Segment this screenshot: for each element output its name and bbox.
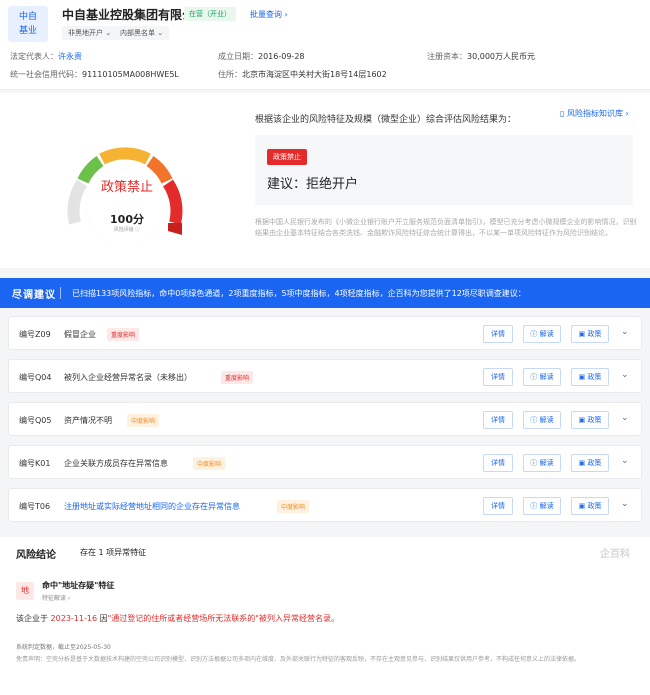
severity-badge: 中度影响 (127, 414, 160, 427)
legal-rep-label: 法定代表人： (10, 52, 58, 61)
feature-interpret-link[interactable]: 特征解读 › (42, 593, 70, 602)
interpret-button[interactable]: ⓘ 解读 (523, 411, 561, 429)
detail-button[interactable]: 详情 (483, 368, 513, 386)
severity-badge: 中度影响 (277, 500, 310, 513)
brand-watermark: 企百科 (600, 549, 630, 560)
risk-conclusion: 风险结论 存在 1 项异常特征 企百科 地 命中"地址存疑"特征 特征解读 › … (0, 537, 650, 695)
list-item: 编号K01 企业关联方成员存在异常信息 中度影响 详情 ⓘ 解读 ▣ 政策 ⌄ (8, 445, 642, 479)
founded-label: 成立日期： (218, 52, 258, 61)
advice-text: 建议：拒绝开户 (267, 177, 359, 192)
non-blacklist-tag[interactable]: 非黑地开户 ⌄ (62, 26, 118, 40)
risk-score: 100分 (110, 213, 144, 226)
address-value: 北京市海淀区中关村大街18号14层1602 (242, 70, 387, 79)
conclusion-heading: 风险结论 (16, 550, 56, 561)
disclaimer-text: 免责声明：空壳分析是基于大数据技术构建的空壳公司识别模型，识别方法根据公司多项内… (16, 656, 581, 663)
item-code: 编号Q04 (19, 373, 52, 382)
risk-basis-text: 根据中国人民银行发布的《小微企业银行账户开立服务规范负面清单指引》，模型已充分考… (255, 218, 637, 237)
policy-button[interactable]: ▣ 政策 (571, 411, 609, 429)
due-diligence-summary: 已扫描133项风险指标，命中0项绿色通道，2项重度指标，5项中度指标，4项轻度指… (72, 289, 526, 298)
policy-button[interactable]: ▣ 政策 (571, 497, 609, 515)
interpret-button[interactable]: ⓘ 解读 (523, 325, 561, 343)
detail-button[interactable]: 详情 (483, 325, 513, 343)
gauge-needle-tip (168, 223, 182, 235)
gauge-label: 政策禁止 (100, 180, 153, 195)
bar-divider (60, 287, 61, 299)
conclusion-reason: "通过登记的住所或者经营场所无法联系的"被列入异常经营名录。 (107, 614, 339, 623)
credit-code-info: 统一社会信用代码：91110105MA008HWE5L (10, 69, 179, 80)
founded-info: 成立日期：2016-09-28 (218, 51, 305, 62)
interpret-button[interactable]: ⓘ 解读 (523, 454, 561, 472)
conclusion-date: 2023-11-16 (50, 614, 98, 623)
company-card: 中自 基业 中自基业控股集团有限公司 在营（开业） 批量查询 › 非黑地开户 ⌄… (0, 0, 650, 90)
legal-rep-link[interactable]: 许永贵 (58, 52, 82, 61)
knowledge-base-link[interactable]: ▯ 风险指标知识库 › (560, 108, 629, 119)
logo-line2: 基业 (18, 26, 37, 36)
detail-button[interactable]: 详情 (483, 497, 513, 515)
item-title[interactable]: 注册地址或实际经营地址相同的企业存在异常信息 (64, 501, 240, 512)
address-info: 住所：北京市海淀区中关村大街18号14层1602 (218, 69, 387, 80)
system-date-note: 系统判定数据，截止至2025-05-30 (16, 644, 111, 651)
advice-box: 政策禁止 建议：拒绝开户 (255, 135, 633, 205)
conclusion-mid: 因 (99, 614, 108, 623)
capital-label: 注册资本： (427, 52, 467, 61)
capital-value: 30,000万人民币元 (467, 52, 535, 61)
risk-rating-label[interactable]: 风险评级 ⓘ (97, 226, 157, 233)
chevron-down-icon[interactable]: ⌄ (621, 456, 629, 466)
severity-badge: 中度影响 (193, 457, 226, 470)
item-code: 编号Z09 (19, 330, 51, 339)
item-title: 被列入企业经营异常名录（未移出） (64, 373, 192, 382)
status-badge: 在营（开业） (184, 7, 236, 21)
due-diligence-bar: 尽调建议 已扫描133项风险指标，命中0项绿色通道，2项重度指标，5项中度指标，… (0, 278, 650, 308)
capital-info: 注册资本：30,000万人民币元 (427, 51, 535, 62)
page: 中自 基业 中自基业控股集团有限公司 在营（开业） 批量查询 › 非黑地开户 ⌄… (0, 0, 650, 695)
risk-description: 根据该企业的风险特征及规模（微型企业）综合评估风险结果为： (255, 115, 517, 125)
severity-badge: 重度影响 (107, 328, 140, 341)
item-title: 企业关联方成员存在异常信息 (64, 459, 168, 468)
interpret-button[interactable]: ⓘ 解读 (523, 497, 561, 515)
interpret-button[interactable]: ⓘ 解读 (523, 368, 561, 386)
list-item: 编号T06 注册地址或实际经营地址相同的企业存在异常信息 中度影响 详情 ⓘ 解… (8, 488, 642, 522)
list-item: 编号Q04 被列入企业经营异常名录（未移出） 重度影响 详情 ⓘ 解读 ▣ 政策… (8, 359, 642, 393)
policy-button[interactable]: ▣ 政策 (571, 454, 609, 472)
logo-line1: 中自 (18, 12, 37, 22)
detail-button[interactable]: 详情 (483, 411, 513, 429)
conclusion-subheading: 存在 1 项异常特征 (80, 548, 147, 557)
chevron-down-icon[interactable]: ⌄ (621, 327, 629, 337)
item-code: 编号Q05 (19, 416, 52, 425)
credit-code-value: 91110105MA008HWE5L (82, 70, 179, 79)
detail-button[interactable]: 详情 (483, 454, 513, 472)
internal-blacklist-tag[interactable]: 内部黑名单 ⌄ (114, 26, 170, 40)
chevron-down-icon[interactable]: ⌄ (621, 413, 629, 423)
gauge-seg-yellow (99, 147, 151, 165)
item-title: 资产情况不明 (64, 416, 112, 425)
feature-title: 命中"地址存疑"特征 (42, 581, 115, 590)
conclusion-prefix: 该企业于 (16, 614, 48, 623)
address-feature-icon: 地 (16, 582, 34, 600)
legal-rep-info: 法定代表人：许永贵 (10, 51, 82, 62)
policy-button[interactable]: ▣ 政策 (571, 368, 609, 386)
address-label: 住所： (218, 70, 242, 79)
risk-panel: 政策禁止 100分 风险评级 ⓘ 根据该企业的风险特征及规模（微型企业）综合评估… (0, 93, 650, 268)
list-item: 编号Z09 假冒企业 重度影响 详情 ⓘ 解读 ▣ 政策 ⌄ (8, 316, 642, 350)
policy-button[interactable]: ▣ 政策 (571, 325, 609, 343)
credit-code-label: 统一社会信用代码： (10, 70, 82, 79)
conclusion-text: 该企业于 2023-11-16 因"通过登记的住所或者经营场所无法联系的"被列入… (16, 613, 339, 624)
founded-value: 2016-09-28 (258, 52, 305, 61)
company-logo: 中自 基业 (8, 6, 48, 42)
item-code: 编号K01 (19, 459, 51, 468)
policy-ban-tag: 政策禁止 (267, 149, 307, 165)
chevron-down-icon[interactable]: ⌄ (621, 370, 629, 380)
batch-query-link[interactable]: 批量查询 › (250, 9, 288, 20)
item-title: 假冒企业 (64, 330, 96, 339)
chevron-down-icon[interactable]: ⌄ (621, 499, 629, 509)
due-diligence-title: 尽调建议 (12, 290, 56, 301)
item-code: 编号T06 (19, 502, 51, 511)
list-item: 编号Q05 资产情况不明 中度影响 详情 ⓘ 解读 ▣ 政策 ⌄ (8, 402, 642, 436)
severity-badge: 重度影响 (221, 371, 254, 384)
